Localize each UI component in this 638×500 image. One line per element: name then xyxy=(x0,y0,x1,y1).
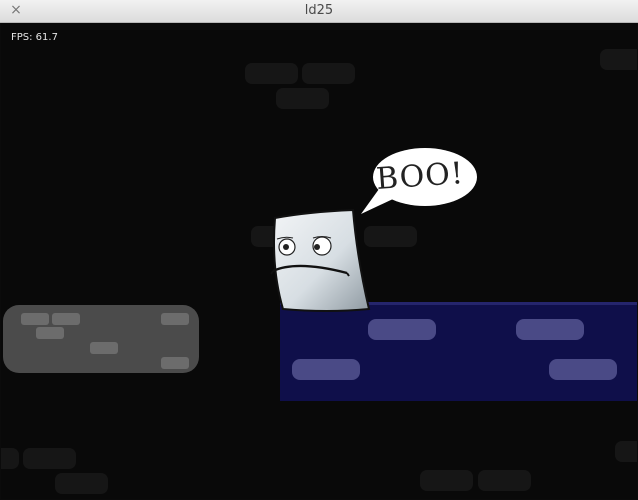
background-brick xyxy=(420,470,473,491)
game-viewport[interactable]: FPS: 61.7 BOO! xyxy=(1,23,637,499)
background-brick xyxy=(615,441,637,462)
background-brick xyxy=(478,470,531,491)
blue-brick xyxy=(516,319,584,340)
speech-bubble-text: BOO! xyxy=(374,155,466,198)
blue-brick xyxy=(549,359,617,380)
background-brick xyxy=(23,448,76,469)
background-brick xyxy=(276,88,329,109)
window-title: ld25 xyxy=(304,3,334,18)
background-brick xyxy=(245,63,298,84)
background-brick xyxy=(302,63,355,84)
game-window: × ld25 FPS: 61.7 BOO! xyxy=(0,0,638,500)
background-brick xyxy=(1,448,19,469)
stone-brick xyxy=(90,342,118,354)
stone-brick xyxy=(161,357,189,369)
background-brick xyxy=(55,473,108,494)
stone-brick xyxy=(161,313,189,325)
blue-platform xyxy=(280,302,637,401)
stone-brick xyxy=(21,313,49,325)
title-bar: × ld25 xyxy=(0,0,638,23)
stone-brick xyxy=(52,313,80,325)
paper-ghost-character xyxy=(270,208,371,312)
background-brick xyxy=(364,226,417,247)
fps-counter: FPS: 61.7 xyxy=(11,32,58,43)
blue-brick xyxy=(368,319,436,340)
background-brick xyxy=(600,49,637,70)
blue-brick xyxy=(292,359,360,380)
stone-brick xyxy=(36,327,64,339)
stone-platform xyxy=(3,305,199,373)
